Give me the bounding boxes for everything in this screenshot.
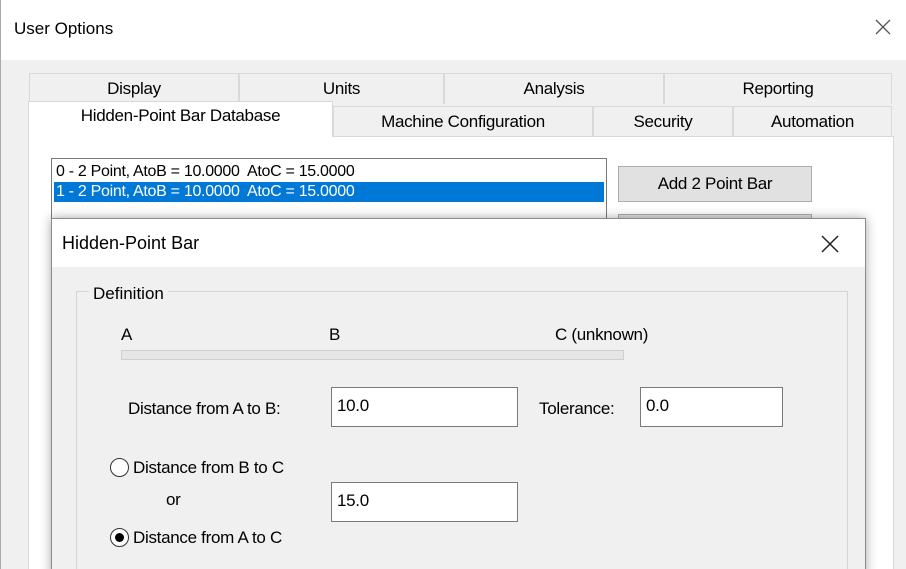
tolerance-label: Tolerance: [539, 399, 615, 418]
tab-label: Security [633, 112, 693, 131]
list-item-selected[interactable]: 1 - 2 Point, AtoB = 10.0000 AtoC = 15.00… [54, 182, 604, 202]
bar-diagram [121, 350, 624, 360]
tab-automation[interactable]: Automation [733, 106, 892, 137]
point-b-label: B [329, 325, 341, 344]
button-label: Add 2 Point Bar [657, 174, 773, 193]
or-label: or [166, 490, 181, 509]
field-value: 0.0 [646, 396, 669, 415]
tab-machine-configuration[interactable]: Machine Configuration [333, 106, 593, 137]
tab-label: Display [107, 79, 161, 98]
tab-display[interactable]: Display [29, 73, 239, 104]
user-options-window: User Options Display Units Analysis Repo… [0, 0, 906, 569]
tab-hidden-point-bar-database[interactable]: Hidden-Point Bar Database [28, 101, 333, 137]
tab-label: Reporting [742, 79, 814, 98]
radio-distance-a-to-c[interactable] [110, 528, 129, 547]
tolerance-field[interactable]: 0.0 [640, 387, 783, 427]
radio-distance-b-to-c-label[interactable]: Distance from B to C [133, 458, 284, 478]
distance-ab-label: Distance from A to B: [128, 399, 281, 418]
add-2-point-bar-button[interactable]: Add 2 Point Bar [618, 166, 812, 202]
tab-units[interactable]: Units [239, 73, 444, 104]
window-title: User Options [14, 19, 114, 38]
dialog-title: Hidden-Point Bar [62, 233, 200, 253]
field-value: 15.0 [337, 491, 369, 510]
close-icon[interactable] [873, 17, 893, 37]
field-value: 10.0 [337, 396, 369, 415]
dialog-title-bar: Hidden-Point Bar [52, 219, 865, 267]
hidden-point-bar-dialog: Hidden-Point Bar Definition A B C (unkno… [51, 218, 866, 569]
distance-ab-field[interactable]: 10.0 [331, 387, 518, 427]
close-icon[interactable] [819, 233, 841, 255]
tab-label: Machine Configuration [381, 112, 545, 131]
point-a-label: A [121, 325, 133, 344]
window-title-bar: User Options [1, 0, 906, 60]
tab-reporting[interactable]: Reporting [664, 73, 892, 104]
tab-label: Units [322, 79, 361, 98]
radio-distance-b-to-c[interactable] [110, 458, 129, 477]
definition-label: Definition [89, 284, 168, 304]
radio-distance-a-to-c-label[interactable]: Distance from A to C [133, 528, 282, 548]
list-item[interactable]: 0 - 2 Point, AtoB = 10.0000 AtoC = 15.00… [54, 162, 604, 182]
distance-c-field[interactable]: 15.0 [331, 482, 518, 522]
tab-analysis[interactable]: Analysis [444, 73, 664, 104]
tab-label: Automation [771, 112, 854, 131]
tab-label: Hidden-Point Bar Database [80, 105, 281, 125]
tab-label: Analysis [523, 79, 585, 98]
point-c-label: C (unknown) [555, 325, 649, 344]
tab-security[interactable]: Security [593, 106, 733, 137]
